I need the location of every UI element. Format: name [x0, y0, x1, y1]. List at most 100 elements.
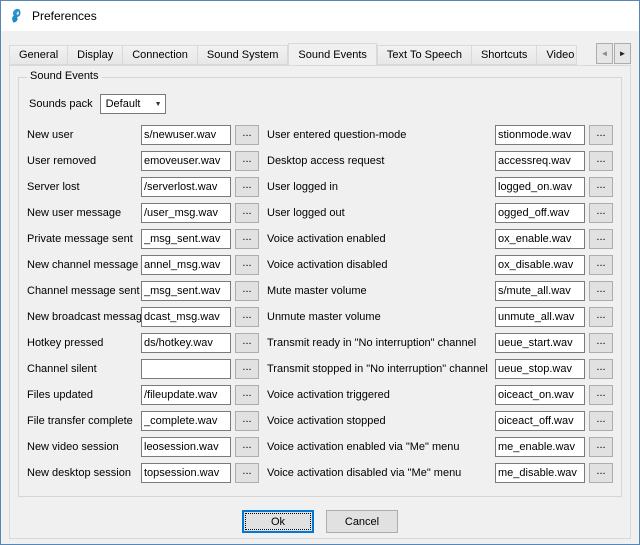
tab-connection[interactable]: Connection — [123, 45, 198, 65]
browse-button[interactable]: ... — [235, 411, 259, 431]
browse-button[interactable]: ... — [589, 151, 613, 171]
sound-event-row: Transmit ready in "No interruption" chan… — [267, 330, 613, 356]
tab-display[interactable]: Display — [68, 45, 123, 65]
browse-button[interactable]: ... — [589, 333, 613, 353]
sound-file-input[interactable] — [495, 437, 585, 457]
sound-file-input[interactable] — [141, 281, 231, 301]
sound-event-label: Private message sent — [27, 233, 141, 245]
sound-file-input[interactable] — [141, 177, 231, 197]
browse-button[interactable]: ... — [589, 411, 613, 431]
sound-file-input[interactable] — [141, 125, 231, 145]
tab-sound-system[interactable]: Sound System — [198, 45, 289, 65]
sound-event-label: Channel silent — [27, 363, 141, 375]
tab-shortcuts[interactable]: Shortcuts — [472, 45, 537, 65]
sound-event-row: Channel silent... — [27, 356, 257, 382]
sound-event-label: User removed — [27, 155, 141, 167]
sound-file-input[interactable] — [141, 437, 231, 457]
browse-button[interactable]: ... — [235, 333, 259, 353]
sound-event-label: Voice activation enabled via "Me" menu — [267, 441, 495, 453]
cancel-button[interactable]: Cancel — [326, 510, 398, 533]
sound-event-row: Voice activation stopped... — [267, 408, 613, 434]
sound-file-input[interactable] — [141, 359, 231, 379]
sound-file-input[interactable] — [495, 307, 585, 327]
sound-file-input[interactable] — [495, 203, 585, 223]
browse-button[interactable]: ... — [235, 359, 259, 379]
event-columns: New user...User removed...Server lost...… — [27, 122, 613, 486]
sound-event-label: User logged in — [267, 181, 495, 193]
sound-file-input[interactable] — [495, 463, 585, 483]
sound-event-row: Voice activation disabled via "Me" menu.… — [267, 460, 613, 486]
browse-button[interactable]: ... — [235, 463, 259, 483]
sound-file-input[interactable] — [141, 307, 231, 327]
groupbox-legend: Sound Events — [27, 70, 102, 82]
sound-file-input[interactable] — [141, 255, 231, 275]
ok-button[interactable]: Ok — [242, 510, 314, 533]
tab-scroll-right-button[interactable]: ► — [614, 43, 631, 64]
browse-button[interactable]: ... — [235, 281, 259, 301]
sound-file-input[interactable] — [495, 281, 585, 301]
sound-event-row: Voice activation enabled... — [267, 226, 613, 252]
browse-button[interactable]: ... — [589, 177, 613, 197]
sound-file-input[interactable] — [495, 333, 585, 353]
browse-button[interactable]: ... — [235, 125, 259, 145]
browse-button[interactable]: ... — [589, 203, 613, 223]
sound-event-label: Desktop access request — [267, 155, 495, 167]
sound-event-row: Hotkey pressed... — [27, 330, 257, 356]
browse-button[interactable]: ... — [589, 125, 613, 145]
browse-button[interactable]: ... — [235, 151, 259, 171]
sound-file-input[interactable] — [495, 411, 585, 431]
browse-button[interactable]: ... — [589, 281, 613, 301]
tab-general[interactable]: General — [9, 45, 68, 65]
sound-file-input[interactable] — [141, 385, 231, 405]
browse-button[interactable]: ... — [589, 307, 613, 327]
sound-event-label: User logged out — [267, 207, 495, 219]
sound-file-input[interactable] — [495, 151, 585, 171]
sound-event-row: User logged in... — [267, 174, 613, 200]
tab-scroll-buttons: ◄ ► — [595, 43, 631, 64]
sound-event-label: Mute master volume — [267, 285, 495, 297]
sound-event-row: Voice activation enabled via "Me" menu..… — [267, 434, 613, 460]
sound-event-label: User entered question-mode — [267, 129, 495, 141]
browse-button[interactable]: ... — [235, 203, 259, 223]
sound-file-input[interactable] — [495, 255, 585, 275]
sound-file-input[interactable] — [141, 203, 231, 223]
sounds-pack-select[interactable]: Default ▼ — [100, 94, 166, 114]
tab-scroll-left-button[interactable]: ◄ — [596, 43, 613, 64]
browse-button[interactable]: ... — [589, 229, 613, 249]
sound-event-row: New desktop session... — [27, 460, 257, 486]
browse-button[interactable]: ... — [235, 229, 259, 249]
tab-text-to-speech[interactable]: Text To Speech — [377, 45, 472, 65]
sound-event-row: Mute master volume... — [267, 278, 613, 304]
sound-file-input[interactable] — [141, 411, 231, 431]
sound-file-input[interactable] — [141, 463, 231, 483]
sound-event-label: New user message — [27, 207, 141, 219]
tab-pane: Sound Events Sounds pack Default ▼ New u… — [9, 65, 631, 539]
sound-file-input[interactable] — [495, 177, 585, 197]
browse-button[interactable]: ... — [235, 255, 259, 275]
browse-button[interactable]: ... — [589, 359, 613, 379]
browse-button[interactable]: ... — [589, 437, 613, 457]
sound-events-groupbox: Sound Events Sounds pack Default ▼ New u… — [18, 77, 622, 497]
sound-file-input[interactable] — [495, 385, 585, 405]
browse-button[interactable]: ... — [235, 177, 259, 197]
browse-button[interactable]: ... — [589, 463, 613, 483]
sounds-pack-selected-value: Default — [106, 98, 152, 110]
sound-event-label: File transfer complete — [27, 415, 141, 427]
sound-file-input[interactable] — [141, 333, 231, 353]
sound-event-label: Transmit ready in "No interruption" chan… — [267, 337, 495, 349]
sound-file-input[interactable] — [495, 125, 585, 145]
sound-event-label: Voice activation disabled via "Me" menu — [267, 467, 495, 479]
sound-file-input[interactable] — [141, 151, 231, 171]
sound-file-input[interactable] — [495, 229, 585, 249]
tab-bar: GeneralDisplayConnectionSound SystemSoun… — [9, 42, 631, 65]
browse-button[interactable]: ... — [235, 437, 259, 457]
browse-button[interactable]: ... — [235, 307, 259, 327]
browse-button[interactable]: ... — [589, 385, 613, 405]
browse-button[interactable]: ... — [235, 385, 259, 405]
browse-button[interactable]: ... — [589, 255, 613, 275]
sound-file-input[interactable] — [141, 229, 231, 249]
tab-video[interactable]: Video — [537, 45, 577, 65]
tab-sound-events[interactable]: Sound Events — [288, 43, 377, 65]
sound-event-row: Channel message sent... — [27, 278, 257, 304]
sound-file-input[interactable] — [495, 359, 585, 379]
